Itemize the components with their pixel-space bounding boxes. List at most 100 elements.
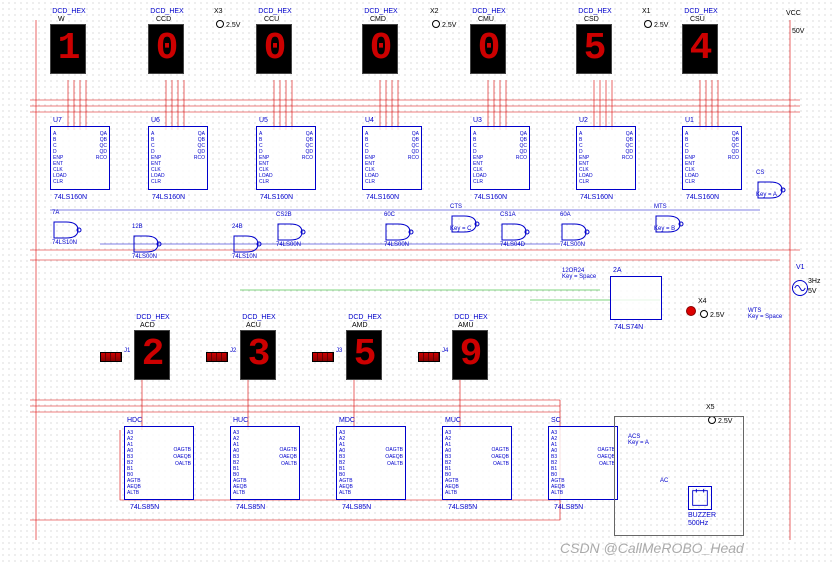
led-indicator	[686, 306, 696, 316]
v1-label: V1	[796, 264, 805, 271]
switch-WTS[interactable]: WTSKey = Space	[748, 308, 782, 320]
dip-J4[interactable]	[418, 352, 440, 362]
gate-key-CTS: Key = C	[450, 226, 472, 232]
counter-U2: U2 ABCDENPENTCLKLOADCLR QAQBQCQDRCO	[576, 126, 636, 190]
counter-part-U4: 74LS160N	[366, 194, 399, 201]
seg-type-label: DCD_HEX	[142, 8, 192, 15]
seg-ref-CCD: CCD	[156, 16, 171, 23]
probe-X2	[432, 20, 440, 28]
display-ACD: 2	[134, 330, 170, 380]
gate-ref-CTS: CTS	[450, 204, 462, 210]
gate-ref-CS2B: CS2B	[276, 212, 292, 218]
counter-part-U7: 74LS160N	[54, 194, 87, 201]
seg-ref-ACD: ACD	[140, 322, 155, 329]
probe-val-X3: 2.5V	[226, 22, 240, 29]
display-CMU: 0	[470, 24, 506, 74]
cmp-SC: SC A3A2A1A0B3B2B1B0AGTBAEQBALTB OAGTBOAE…	[548, 426, 618, 500]
gate-12B	[132, 234, 162, 254]
probe-ref-X2: X2	[430, 8, 439, 15]
ff-ref: 2A	[613, 267, 622, 274]
seg-ref-W: W	[58, 16, 65, 23]
seg-ref-AMU: AMU	[458, 322, 474, 329]
seg-ref-ACU: ACU	[246, 322, 261, 329]
gate-ref-MTS: MTS	[654, 204, 667, 210]
cmp-part-MDC: 74LS85N	[342, 504, 371, 511]
gate-ref-7A: 7A	[52, 210, 59, 216]
seg-ref-CMU: CMU	[478, 16, 494, 23]
dip-ref-J3: J3	[336, 348, 342, 354]
seg-ref-CSD: CSD	[584, 16, 599, 23]
display-AMD: 5	[346, 330, 382, 380]
watermark: CSDN @CallMeROBO_Head	[560, 540, 744, 556]
seg-ref-AMD: AMD	[352, 322, 368, 329]
probe-ref-X4: X4	[698, 298, 707, 305]
seg-type-label: DCD_HEX	[356, 8, 406, 15]
gate-7A	[52, 220, 82, 240]
gate-part-CS1A: 74LS04D	[500, 242, 525, 248]
gate-CS2B	[276, 222, 306, 242]
v1-source	[792, 280, 808, 296]
gate-ref-60A: 60A	[560, 212, 571, 218]
dip-J1[interactable]	[100, 352, 122, 362]
display-CSU: 4	[682, 24, 718, 74]
v1-amp: 5V	[808, 288, 817, 295]
gate-part-12B: 74LS00N	[132, 254, 157, 260]
seg-ref-CCU: CCU	[264, 16, 279, 23]
gate-24B	[232, 234, 262, 254]
switch-12OR24[interactable]: 12OR24Key = Space	[562, 268, 596, 280]
counter-part-U6: 74LS160N	[152, 194, 185, 201]
cmp-part-SC: 74LS85N	[554, 504, 583, 511]
seg-type-label: DCD_HEX	[250, 8, 300, 15]
gate-part-24B: 74LS10N	[232, 254, 257, 260]
seg-type-label-b: DCD_HEX	[340, 314, 390, 321]
seg-type-label-b: DCD_HEX	[446, 314, 496, 321]
dip-ref-J4: J4	[442, 348, 448, 354]
probe-val-X2: 2.5V	[442, 22, 456, 29]
probe-ref-X5: X5	[706, 404, 715, 411]
probe-X1	[644, 20, 652, 28]
gate-ref-CS: CS	[756, 170, 764, 176]
dip-J2[interactable]	[206, 352, 228, 362]
counter-part-U1: 74LS160N	[686, 194, 719, 201]
gate-part-CS2B: 74LS00N	[276, 242, 301, 248]
display-ACU: 3	[240, 330, 276, 380]
seg-type-label-b: DCD_HEX	[234, 314, 284, 321]
cmp-part-MUC: 74LS85N	[448, 504, 477, 511]
dip-ref-J2: J2	[230, 348, 236, 354]
probe-ref-X1: X1	[642, 8, 651, 15]
ff-part: 74LS74N	[614, 324, 643, 331]
gate-60A	[560, 222, 590, 242]
gate-key-MTS: Key = B	[654, 226, 675, 232]
seg-type-label: DCD_HEX	[464, 8, 514, 15]
gate-key-CS: Key = A	[756, 192, 777, 198]
vcc-val: 50V	[792, 28, 804, 35]
seg-type-label: DCD_HEX	[676, 8, 726, 15]
counter-part-U2: 74LS160N	[580, 194, 613, 201]
v1-freq: 3Hz	[808, 278, 820, 285]
probe-X4	[700, 310, 708, 318]
alarm-block	[614, 416, 744, 536]
display-CSD: 5	[576, 24, 612, 74]
cmp-MDC: MDC A3A2A1A0B3B2B1B0AGTBAEQBALTB OAGTBOA…	[336, 426, 406, 500]
counter-U3: U3 ABCDENPENTCLKLOADCLR QAQBQCQDRCO	[470, 126, 530, 190]
display-CCU: 0	[256, 24, 292, 74]
seg-type-label: DCD_HEX	[570, 8, 620, 15]
counter-U7: U7 ABCDENPENTCLKLOADCLR QAQBQCQDRCO	[50, 126, 110, 190]
counter-part-U5: 74LS160N	[260, 194, 293, 201]
display-W: 1	[50, 24, 86, 74]
gate-ref-12B: 12B	[132, 224, 143, 230]
cmp-MUC: MUC A3A2A1A0B3B2B1B0AGTBAEQBALTB OAGTBOA…	[442, 426, 512, 500]
cmp-HDC: HDC A3A2A1A0B3B2B1B0AGTBAEQBALTB OAGTBOA…	[124, 426, 194, 500]
gate-part-7A: 74LS10N	[52, 240, 77, 246]
gate-CS1A	[500, 222, 530, 242]
cmp-HUC: HUC A3A2A1A0B3B2B1B0AGTBAEQBALTB OAGTBOA…	[230, 426, 300, 500]
gate-ref-60C: 60C	[384, 212, 395, 218]
seg-type-label: DCD_HEX	[44, 8, 94, 15]
display-CMD: 0	[362, 24, 398, 74]
gate-part-60C: 74LS00N	[384, 242, 409, 248]
gate-ref-24B: 24B	[232, 224, 243, 230]
probe-X3	[216, 20, 224, 28]
dip-ref-J1: J1	[124, 348, 130, 354]
dip-J3[interactable]	[312, 352, 334, 362]
counter-U5: U5 ABCDENPENTCLKLOADCLR QAQBQCQDRCO	[256, 126, 316, 190]
